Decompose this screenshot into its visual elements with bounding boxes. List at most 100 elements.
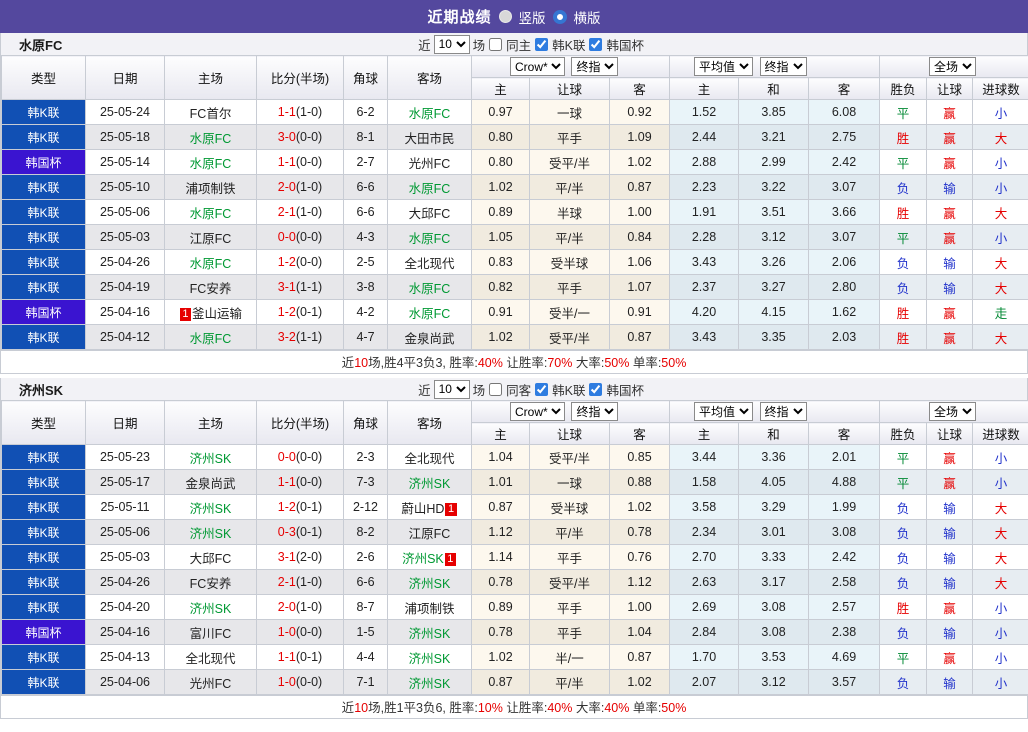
wdl-result-cell: 平	[880, 225, 927, 250]
horizontal-layout-label[interactable]: 横版	[574, 7, 601, 27]
avg-home-cell: 2.28	[670, 225, 739, 250]
score-cell: 1-1(0-0)	[257, 470, 344, 495]
wdl-result-cell: 平	[880, 100, 927, 125]
score-cell: 3-1(2-0)	[257, 545, 344, 570]
handicap-cell: 受半球	[530, 250, 610, 275]
home-team-cell: 水原FC	[165, 325, 257, 350]
match-type: 韩K联	[2, 250, 86, 275]
match-row: 韩K联25-05-03大邱FC3-1(2-0)2-6济州SK11.14平手0.7…	[2, 545, 1028, 570]
avg-away-cell: 3.66	[809, 200, 880, 225]
team-name-text: 大田市民	[404, 132, 454, 146]
league-label[interactable]: 韩K联	[552, 35, 585, 54]
match-type: 韩K联	[2, 520, 86, 545]
home-odds-cell: 1.05	[472, 225, 530, 250]
avg-away-cell: 2.38	[809, 620, 880, 645]
match-row: 韩K联25-05-17金泉尚武1-1(0-0)7-3济州SK1.01一球0.88…	[2, 470, 1028, 495]
avg-final-select[interactable]: 终指	[760, 57, 807, 76]
team-name-text: 水原FC	[190, 132, 232, 146]
halftime-score: (0-0)	[296, 155, 322, 169]
wdl-result-cell: 胜	[880, 200, 927, 225]
goals-result-cell: 小	[973, 225, 1028, 250]
corner-cell: 6-2	[344, 100, 388, 125]
col-goals: 进球数	[973, 78, 1028, 100]
league-checkbox[interactable]	[535, 38, 548, 51]
same-venue-checkbox[interactable]	[489, 38, 502, 51]
fulltime-score: 3-1	[278, 280, 296, 294]
same-venue-checkbox[interactable]	[489, 383, 502, 396]
goals-result-cell: 小	[973, 670, 1028, 695]
horizontal-layout-radio[interactable]	[553, 10, 567, 24]
avg-away-cell: 2.01	[809, 445, 880, 470]
average-select-group: 平均值 终指	[670, 401, 880, 423]
home-team-cell: 济州SK	[165, 495, 257, 520]
avg-draw-cell: 3.36	[739, 445, 809, 470]
home-odds-cell: 1.02	[472, 325, 530, 350]
home-odds-cell: 0.87	[472, 670, 530, 695]
team-name-text: 济州SK	[409, 627, 451, 641]
full-match-select[interactable]: 全场	[929, 57, 976, 76]
same-venue-label[interactable]: 同客	[506, 380, 531, 399]
fulltime-score: 2-1	[278, 205, 296, 219]
home-odds-cell: 1.04	[472, 445, 530, 470]
col-home: 主场	[165, 56, 257, 100]
fulltime-score: 1-0	[278, 675, 296, 689]
team-name-text: 金泉尚武	[185, 477, 235, 491]
match-type: 韩K联	[2, 645, 86, 670]
final-index-select[interactable]: 终指	[571, 402, 618, 421]
home-team-cell: 全北现代	[165, 645, 257, 670]
home-odds-cell: 0.80	[472, 125, 530, 150]
league-label[interactable]: 韩K联	[552, 380, 585, 399]
col-avg-home: 主	[670, 78, 739, 100]
match-date: 25-05-11	[86, 495, 165, 520]
team-name-text: 济州SK	[409, 577, 451, 591]
cup-label[interactable]: 韩国杯	[606, 380, 644, 399]
vertical-layout-radio[interactable]	[499, 10, 512, 23]
same-venue-label[interactable]: 同主	[506, 35, 531, 54]
away-team-cell: 济州SK	[388, 570, 472, 595]
league-checkbox[interactable]	[535, 383, 548, 396]
recent-count-select[interactable]: 10	[434, 380, 470, 399]
away-team-cell: 全北现代	[388, 445, 472, 470]
col-score: 比分(半场)	[257, 401, 344, 445]
match-row: 韩K联25-05-11济州SK1-2(0-1)2-12蔚山HD10.87受半球1…	[2, 495, 1028, 520]
home-team-cell: 水原FC	[165, 200, 257, 225]
match-date: 25-04-20	[86, 595, 165, 620]
team-name-text: 釜山运输	[192, 307, 242, 321]
handicap-cell: 受半/一	[530, 300, 610, 325]
average-select[interactable]: 平均值	[694, 57, 753, 76]
recent-count-select[interactable]: 10	[434, 35, 470, 54]
halftime-score: (0-0)	[296, 255, 322, 269]
match-row: 韩K联25-04-13全北现代1-1(0-1)4-4济州SK1.02半/一0.8…	[2, 645, 1028, 670]
wdl-result-cell: 负	[880, 620, 927, 645]
goals-result-cell: 大	[973, 495, 1028, 520]
avg-draw-cell: 3.22	[739, 175, 809, 200]
match-date: 25-05-06	[86, 520, 165, 545]
goals-result-cell: 大	[973, 545, 1028, 570]
home-odds-cell: 0.91	[472, 300, 530, 325]
odds-source-select[interactable]: Crow*	[510, 57, 565, 76]
score-cell: 1-1(0-0)	[257, 150, 344, 175]
summary-segment: 让胜率:	[503, 356, 547, 370]
avg-home-cell: 2.63	[670, 570, 739, 595]
col-wdl: 胜负	[880, 423, 927, 445]
summary-segment: 让胜率:	[503, 701, 547, 715]
away-odds-cell: 1.00	[610, 200, 670, 225]
average-select[interactable]: 平均值	[694, 402, 753, 421]
avg-final-select[interactable]: 终指	[760, 402, 807, 421]
vertical-layout-label[interactable]: 竖版	[519, 7, 546, 27]
avg-away-cell: 1.62	[809, 300, 880, 325]
odds-source-select[interactable]: Crow*	[510, 402, 565, 421]
cup-checkbox[interactable]	[589, 38, 602, 51]
summary-segment: 大率:	[572, 701, 604, 715]
full-match-select[interactable]: 全场	[929, 402, 976, 421]
final-index-select[interactable]: 终指	[571, 57, 618, 76]
home-odds-cell: 0.78	[472, 620, 530, 645]
corner-cell: 4-7	[344, 325, 388, 350]
cup-label[interactable]: 韩国杯	[606, 35, 644, 54]
avg-away-cell: 3.07	[809, 225, 880, 250]
cup-checkbox[interactable]	[589, 383, 602, 396]
avg-away-cell: 2.03	[809, 325, 880, 350]
fullmatch-select-group: 全场	[880, 56, 1028, 78]
avg-draw-cell: 3.27	[739, 275, 809, 300]
team-name-text: 大邱FC	[190, 552, 232, 566]
